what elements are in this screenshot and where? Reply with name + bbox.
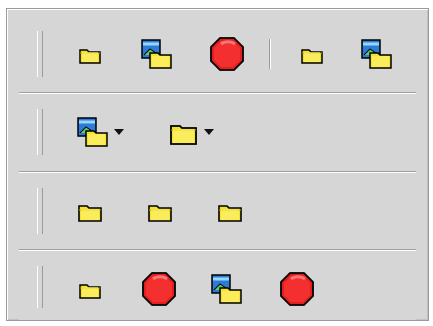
toolbar-grip[interactable] — [37, 266, 43, 308]
toolbar-3 — [19, 176, 416, 246]
folder-icon — [215, 198, 245, 224]
stop-icon — [141, 271, 177, 307]
chevron-down-icon — [204, 129, 214, 135]
folder-icon — [299, 43, 325, 65]
folder-dropdown[interactable] — [166, 116, 214, 148]
stop-button[interactable] — [137, 254, 181, 324]
folder-button[interactable] — [73, 19, 107, 89]
picture-folder-icon — [140, 38, 174, 70]
picture-folder-dropdown[interactable] — [76, 116, 124, 148]
toolbar-grip[interactable] — [37, 188, 43, 234]
picture-folder-button[interactable] — [135, 19, 179, 89]
folder-button[interactable] — [211, 176, 249, 246]
toolbar-divider — [19, 171, 416, 173]
stop-icon — [209, 36, 245, 72]
folder-icon — [166, 116, 200, 148]
chevron-down-icon — [114, 129, 124, 135]
picture-folder-icon — [210, 273, 244, 305]
toolbar-grip[interactable] — [37, 109, 43, 155]
toolbar-separator — [269, 39, 271, 69]
folder-button[interactable] — [71, 176, 109, 246]
folder-icon — [145, 198, 175, 224]
toolbar-1 — [19, 19, 416, 89]
folder-icon — [77, 43, 103, 65]
stop-button[interactable] — [205, 19, 249, 89]
picture-folder-dropdown-button[interactable] — [65, 97, 135, 167]
stop-button[interactable] — [275, 254, 319, 324]
stop-icon — [279, 271, 315, 307]
toolbar-container — [6, 8, 429, 321]
picture-folder-icon — [76, 116, 110, 148]
toolbar-grip[interactable] — [37, 31, 43, 77]
folder-icon — [77, 278, 103, 300]
folder-button[interactable] — [141, 176, 179, 246]
toolbar-divider — [19, 249, 416, 251]
folder-button[interactable] — [295, 19, 329, 89]
picture-folder-icon — [360, 38, 394, 70]
toolbar-2 — [19, 97, 416, 167]
folder-dropdown-button[interactable] — [155, 97, 225, 167]
toolbar-4 — [19, 254, 416, 320]
folder-icon — [75, 198, 105, 224]
picture-folder-button[interactable] — [205, 254, 249, 324]
window — [0, 0, 433, 326]
toolbar-divider — [19, 92, 416, 94]
folder-button[interactable] — [73, 254, 107, 324]
picture-folder-button[interactable] — [355, 19, 399, 89]
